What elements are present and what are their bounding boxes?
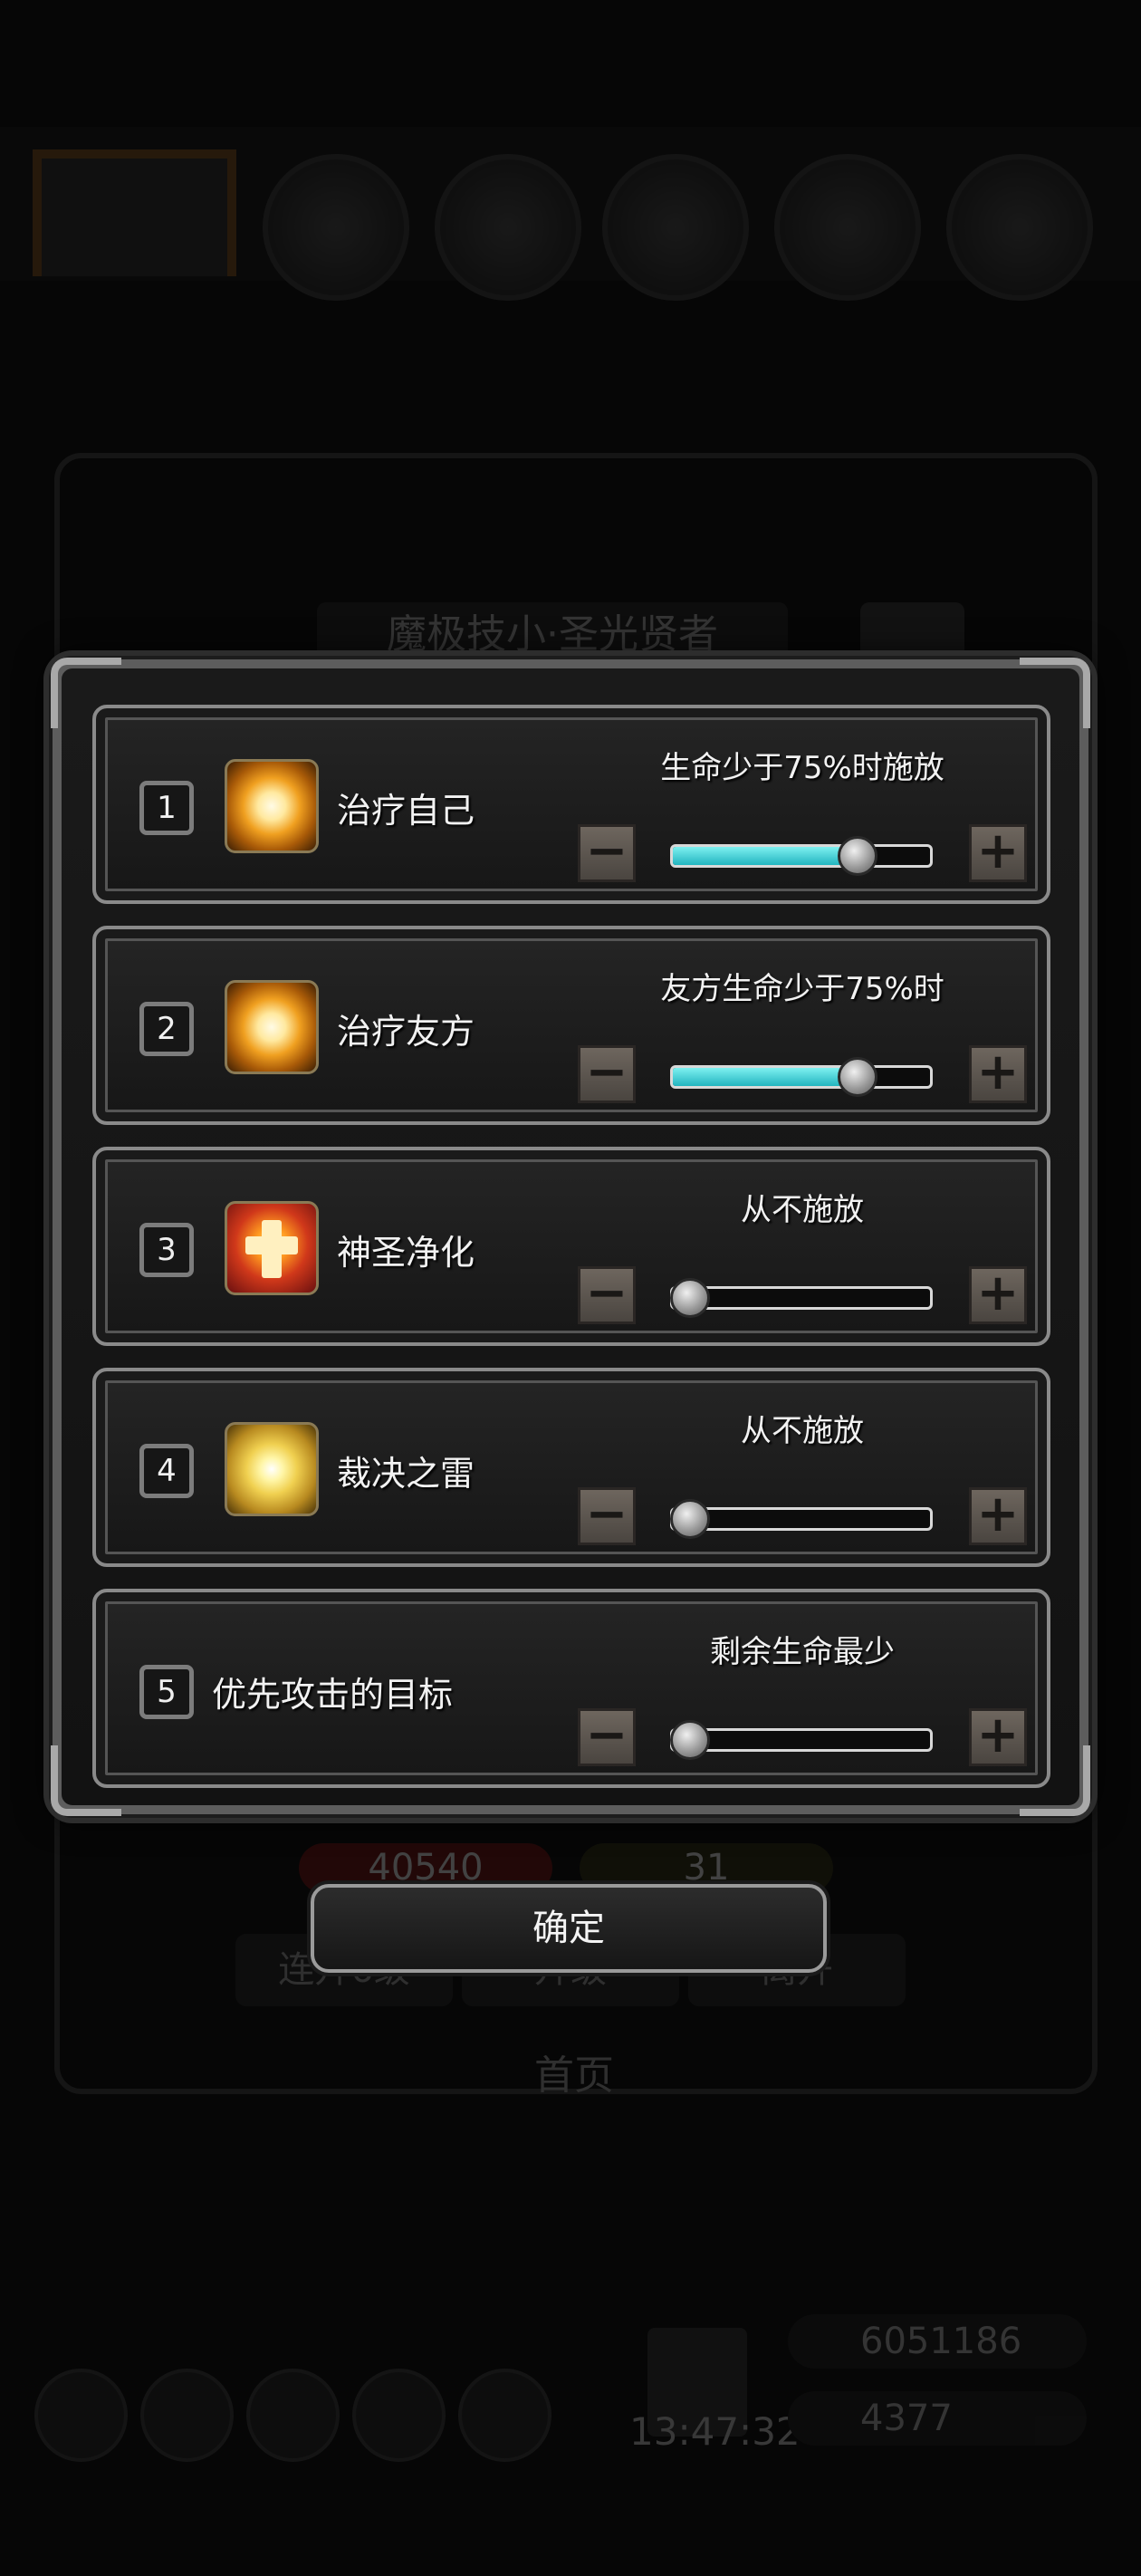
bottom-nav-icon-2 — [140, 2369, 234, 2462]
target-priority-row: 5 优先攻击的目标 剩余生命最少 − + — [92, 1589, 1050, 1788]
judgement-thunder-icon — [225, 1422, 319, 1516]
skill-name: 裁决之雷 — [337, 1454, 475, 1494]
skill-row: 4 裁决之雷 从不施放 − + — [92, 1368, 1050, 1567]
increase-button[interactable]: + — [969, 1266, 1027, 1324]
bottom-nav-icon-1 — [34, 2369, 128, 2462]
cast-condition: 从不施放 — [741, 1413, 864, 1449]
holy-light-icon — [225, 980, 319, 1074]
target-priority-label: 优先攻击的目标 — [212, 1675, 454, 1715]
condition-slider[interactable] — [670, 844, 933, 868]
skill-name: 神圣净化 — [337, 1233, 475, 1273]
priority-number: 5 — [139, 1665, 194, 1719]
menu-icon-2 — [435, 154, 581, 301]
cast-condition: 友方生命少于75%时 — [660, 971, 944, 1007]
decrease-button[interactable]: − — [578, 1487, 636, 1545]
slider-knob[interactable] — [837, 1057, 877, 1097]
skill-auto-cast-dialog: 1 治疗自己 生命少于75%时施放 − + 2 治疗友方 友方生命少于75%时 … — [51, 658, 1090, 1816]
hero-portrait — [33, 149, 236, 276]
menu-icon-1 — [263, 154, 409, 301]
condition-slider[interactable] — [670, 1065, 933, 1089]
cast-condition: 生命少于75%时施放 — [660, 750, 944, 786]
slider-knob[interactable] — [670, 1278, 710, 1318]
skill-row: 2 治疗友方 友方生命少于75%时 − + — [92, 926, 1050, 1125]
bottom-nav-icon-3 — [246, 2369, 340, 2462]
confirm-button[interactable]: 确定 — [311, 1884, 827, 1973]
bottom-nav-icon-4 — [352, 2369, 446, 2462]
decrease-button[interactable]: − — [578, 1045, 636, 1103]
priority-number: 4 — [139, 1444, 194, 1498]
target-condition: 剩余生命最少 — [710, 1634, 895, 1670]
priority-number: 2 — [139, 1002, 194, 1056]
increase-button[interactable]: + — [969, 1708, 1027, 1766]
slider-knob[interactable] — [670, 1499, 710, 1539]
gem-counter: 4377 — [788, 2391, 1087, 2446]
decrease-button[interactable]: − — [578, 1266, 636, 1324]
holy-light-icon — [225, 759, 319, 853]
skill-row: 1 治疗自己 生命少于75%时施放 − + — [92, 705, 1050, 904]
holy-purify-icon — [225, 1201, 319, 1295]
skill-name: 治疗友方 — [337, 1012, 475, 1052]
background-clock: 13:47:32 — [629, 2409, 801, 2454]
skill-name: 治疗自己 — [337, 791, 475, 831]
cast-condition: 从不施放 — [741, 1192, 864, 1228]
skill-row: 3 神圣净化 从不施放 − + — [92, 1147, 1050, 1346]
priority-number: 3 — [139, 1223, 194, 1277]
menu-icon-5 — [946, 154, 1093, 301]
background-tab-label: 首页 — [534, 2052, 614, 2099]
increase-button[interactable]: + — [969, 824, 1027, 882]
increase-button[interactable]: + — [969, 1045, 1027, 1103]
decrease-button[interactable]: − — [578, 1708, 636, 1766]
decrease-button[interactable]: − — [578, 824, 636, 882]
menu-icon-3 — [602, 154, 749, 301]
background-title: 魔极技小·圣光贤者 — [317, 602, 788, 668]
menu-icon-4 — [774, 154, 921, 301]
increase-button[interactable]: + — [969, 1487, 1027, 1545]
cross-shape — [245, 1236, 298, 1254]
slider-knob[interactable] — [670, 1720, 710, 1760]
bottom-nav-icon-5 — [458, 2369, 551, 2462]
slider-knob[interactable] — [837, 836, 877, 876]
priority-number: 1 — [139, 781, 194, 835]
gold-counter: 6051186 — [788, 2314, 1087, 2369]
